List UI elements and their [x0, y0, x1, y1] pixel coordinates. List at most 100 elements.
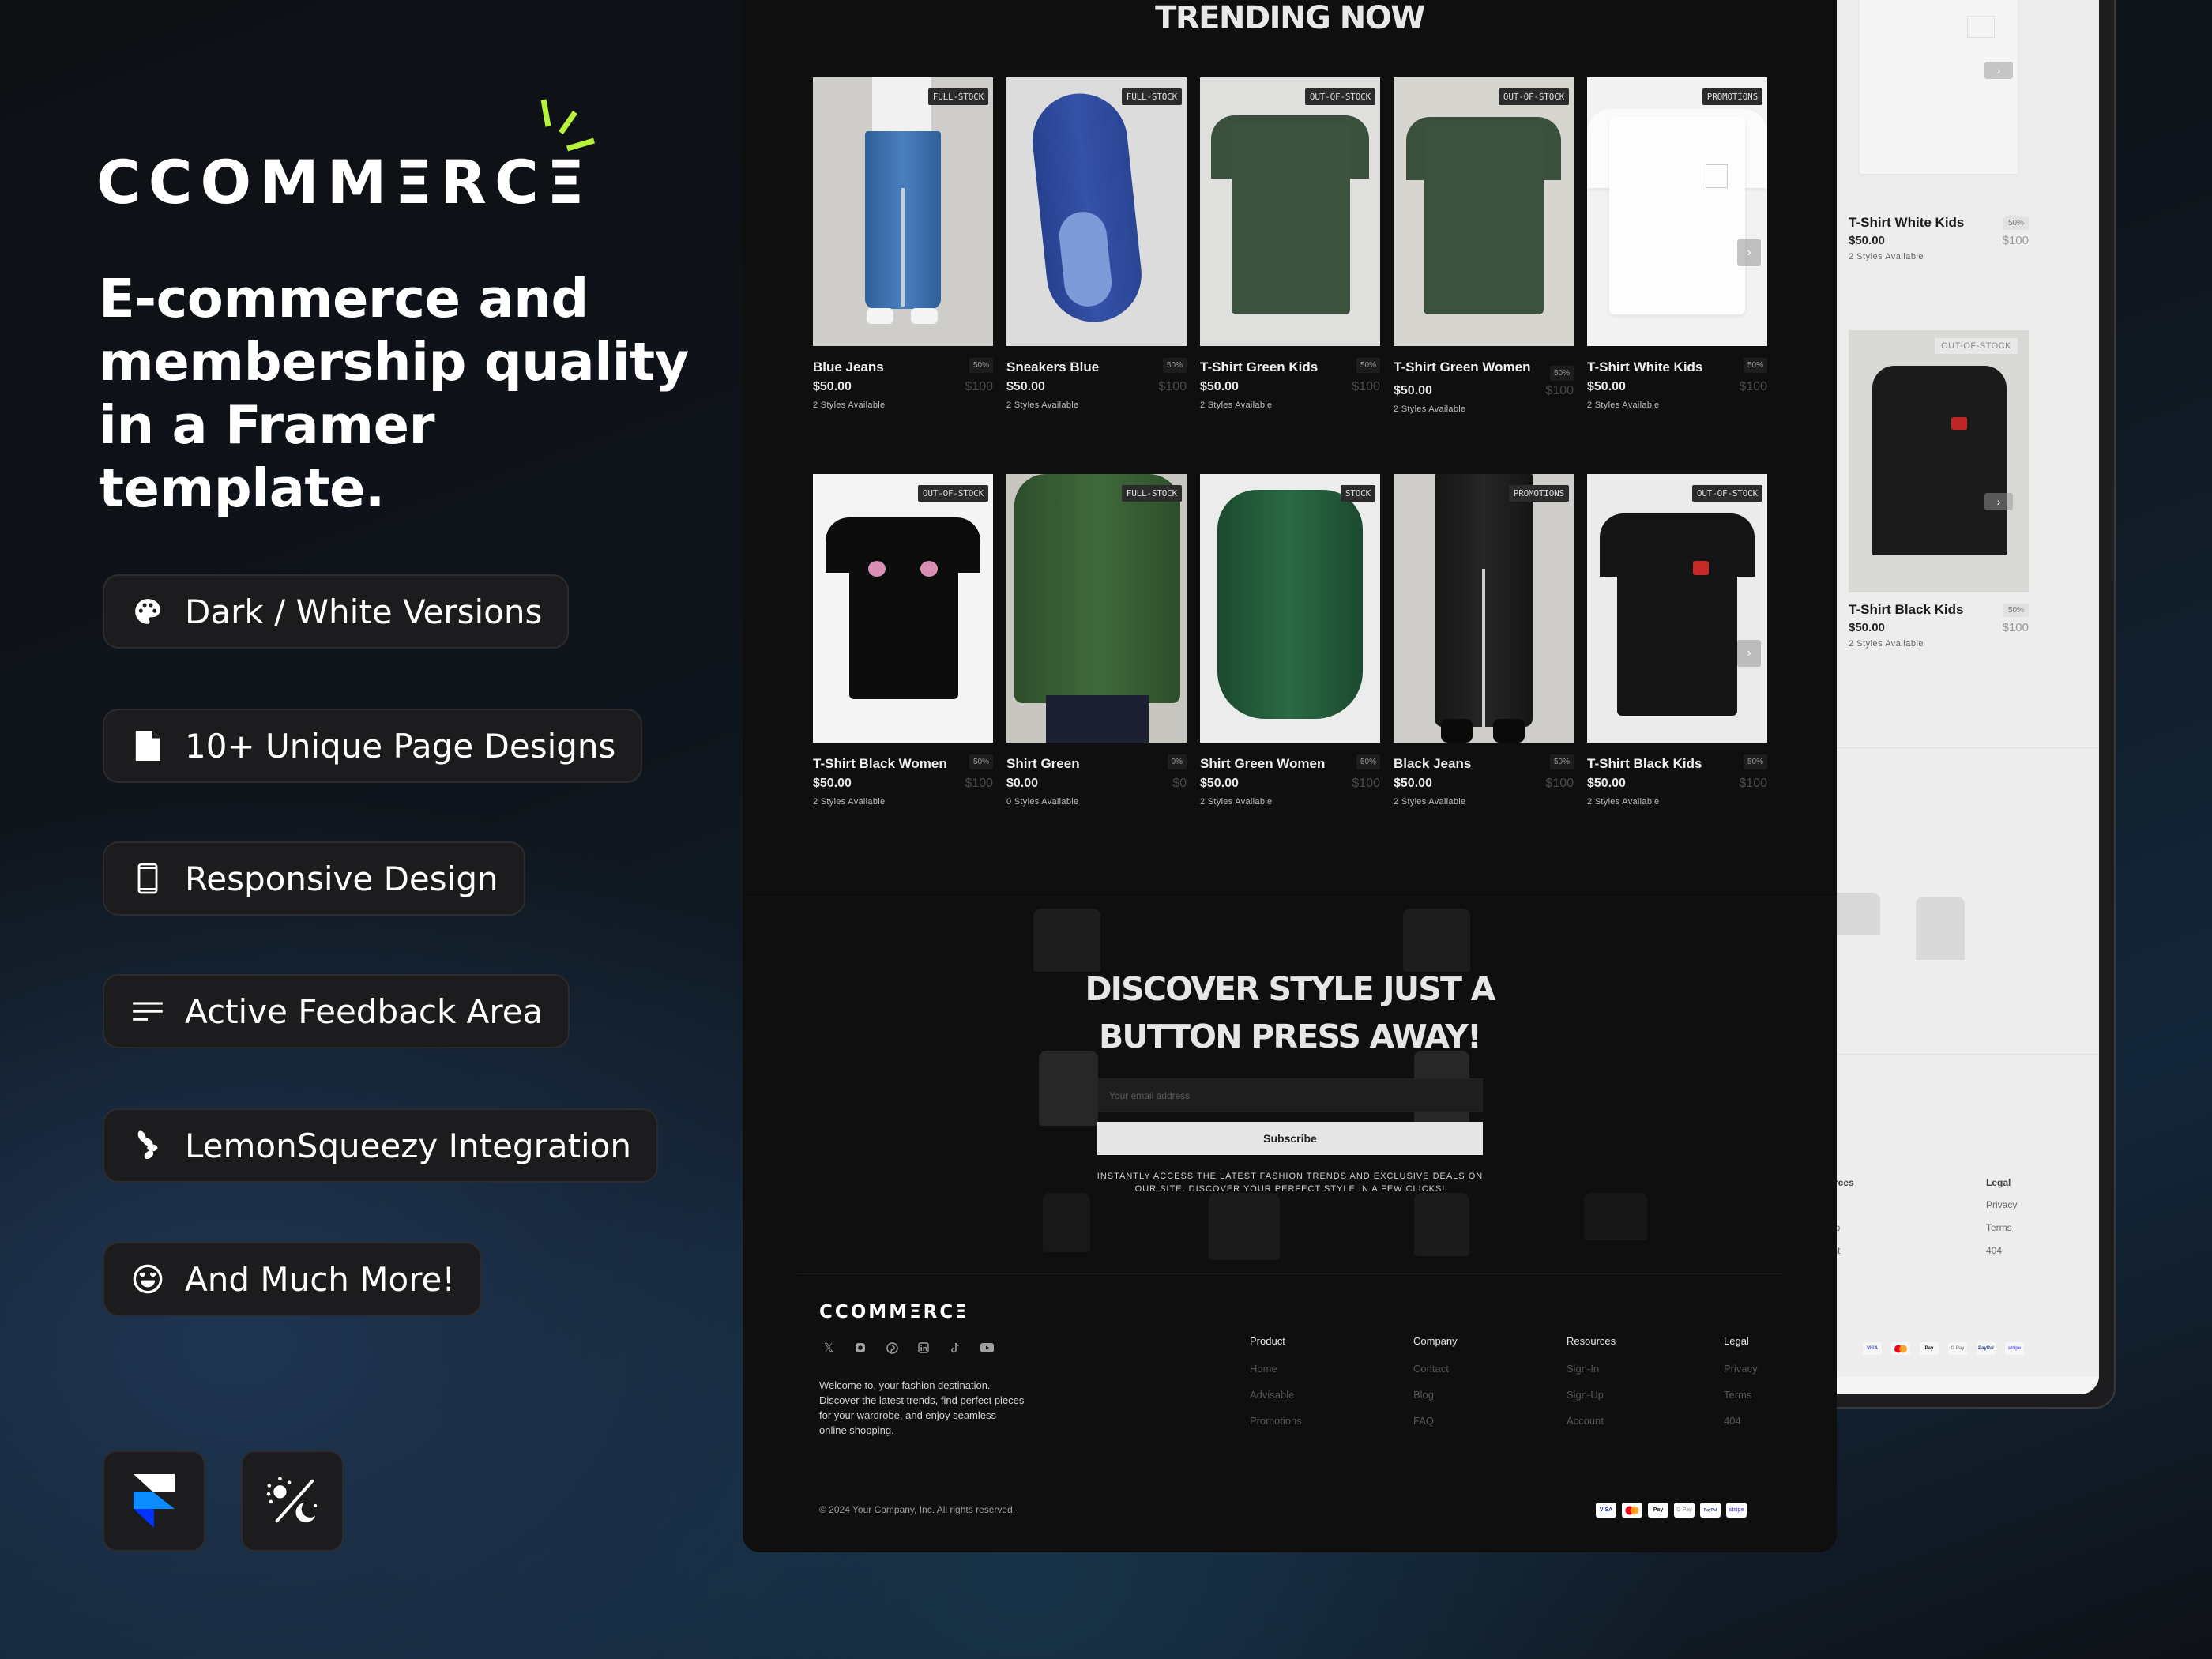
stock-badge: OUT-OF-STOCK	[1935, 338, 2018, 354]
next-image-arrow[interactable]: ›	[1737, 239, 1761, 266]
light-version-page: › T-Shirt White Kids 50% $50.00 $100 2 Sty…	[1817, 0, 2099, 1394]
footer-link-contact[interactable]: Contact	[1413, 1363, 1458, 1375]
pinterest-icon[interactable]	[885, 1341, 899, 1355]
product-name: T-Shirt Green Women	[1394, 359, 1531, 374]
footer-link-sign-up[interactable]: Sign-Up	[1567, 1389, 1616, 1401]
mobile-phone-icon	[131, 862, 164, 895]
product-card[interactable]: STOCK Shirt Green Women 50% $50.00 $100 2 …	[1200, 474, 1380, 807]
stock-badge: PROMOTIONS	[1508, 485, 1569, 502]
footer-logo[interactable]: CCOMMΞRCΞ	[819, 1302, 969, 1322]
styles-available: 2 Styles Available	[1006, 401, 1079, 410]
email-input[interactable]	[1097, 1078, 1483, 1112]
footer-link-home[interactable]: Home	[1250, 1363, 1302, 1375]
styles-available: 2 Styles Available	[813, 401, 886, 410]
discount-badge: 50%	[1743, 754, 1767, 769]
styles-available: 2 Styles Available	[813, 797, 886, 807]
footer-col-resources: Resources Sign-In Sign-Up Account	[1567, 1335, 1616, 1441]
tiktok-icon[interactable]	[948, 1341, 962, 1355]
footer-link[interactable]: 404	[1986, 1245, 2017, 1256]
feature-lemonsqueezy-integration[interactable]: LemonSqueezy Integration	[103, 1108, 659, 1183]
product-card[interactable]: OUT-OF-STOCK T-Shirt Black Women 50% $50.…	[813, 474, 993, 807]
feature-label: 10+ Unique Page Designs	[185, 726, 616, 766]
instagram-icon[interactable]	[853, 1341, 867, 1355]
footer-link-terms[interactable]: Terms	[1724, 1389, 1758, 1401]
footer-link-advisable[interactable]: Advisable	[1250, 1389, 1302, 1401]
product-image: FULL-STOCK	[1006, 77, 1187, 346]
footer-link[interactable]: Privacy	[1986, 1199, 2017, 1210]
feature-label: Responsive Design	[185, 859, 498, 898]
linkedin-icon[interactable]	[916, 1341, 931, 1355]
light-footer-col-legal: Legal Privacy Terms 404	[1986, 1177, 2018, 1256]
footer-link-promotions[interactable]: Promotions	[1250, 1415, 1302, 1427]
product-price: $50.00	[1200, 380, 1239, 393]
next-image-arrow[interactable]: ›	[1737, 640, 1761, 667]
product-card[interactable]: PROMOTIONS › T-Shirt White Kids 50% $50.0…	[1587, 77, 1767, 410]
discount-badge: 50%	[1356, 358, 1380, 373]
footer-col-title: Product	[1250, 1335, 1285, 1347]
feature-dark-white-versions[interactable]: Dark / White Versions	[103, 574, 570, 649]
next-image-arrow[interactable]: ›	[1984, 62, 2013, 79]
feature-label: And Much More!	[185, 1259, 456, 1299]
original-price: $0	[1172, 777, 1187, 790]
footer-link-blog[interactable]: Blog	[1413, 1389, 1458, 1401]
product-card[interactable]: OUT-OF-STOCK T-Shirt Green Women 50% $50.…	[1394, 77, 1574, 414]
product-name: T-Shirt Black Kids	[1849, 602, 1964, 617]
feature-unique-page-designs[interactable]: 10+ Unique Page Designs	[103, 709, 643, 783]
framer-tile[interactable]	[103, 1450, 205, 1552]
feature-active-feedback-area[interactable]: Active Feedback Area	[103, 974, 570, 1048]
footer-link-faq[interactable]: FAQ	[1413, 1415, 1458, 1427]
newsletter-description: Instantly access the latest fashion tren…	[1097, 1172, 1484, 1194]
stock-badge: STOCK	[1340, 485, 1375, 502]
footer-col-title: Resources	[1567, 1335, 1616, 1347]
product-price: $50.00	[1394, 384, 1432, 397]
discount-badge: 50%	[1743, 358, 1767, 373]
product-name: Blue Jeans	[813, 359, 884, 374]
sparkle-accent-icon	[540, 99, 595, 152]
footer-link-account[interactable]: Account	[1567, 1415, 1616, 1427]
product-price: $50.00	[1394, 777, 1432, 790]
mastercard-icon	[1622, 1503, 1642, 1518]
styles-available: 0 Styles Available	[1006, 797, 1079, 807]
paypal-icon: PayPal	[1700, 1503, 1721, 1518]
subscribe-button[interactable]: Subscribe	[1097, 1122, 1483, 1155]
light-payment-methods: VISA Pay G Pay PayPal stripe	[1863, 1342, 2024, 1355]
footer-link-sign-in[interactable]: Sign-In	[1567, 1363, 1616, 1375]
footer-link-privacy[interactable]: Privacy	[1724, 1363, 1758, 1375]
light-product-card[interactable]: › T-Shirt White Kids 50% $50.00 $100 2 Sty…	[1849, 0, 2029, 261]
feature-responsive-design[interactable]: Responsive Design	[103, 841, 525, 916]
youtube-icon[interactable]	[980, 1341, 994, 1355]
product-card[interactable]: FULL-STOCK Shirt Green 0% $0.00 $0 0 Style…	[1006, 474, 1187, 807]
headline-line: membership quality	[99, 331, 689, 393]
brand-logo: CCOMMΞRCΞ	[96, 147, 592, 217]
apple-pay-icon: Pay	[1648, 1503, 1668, 1518]
product-name: T-Shirt Black Women	[813, 756, 947, 771]
original-price: $100	[1739, 380, 1767, 393]
product-card[interactable]: FULL-STOCK Sneakers Blue 50% $50.00 $100 2…	[1006, 77, 1187, 410]
discount-badge: 50%	[1356, 754, 1380, 769]
original-price: $100	[1352, 777, 1380, 790]
product-image: OUT-OF-STOCK	[813, 474, 993, 743]
footer-link-404[interactable]: 404	[1724, 1415, 1758, 1427]
product-name: T-Shirt Green Kids	[1200, 359, 1319, 374]
footer-link[interactable]: Terms	[1986, 1222, 2017, 1233]
product-card[interactable]: OUT-OF-STOCK › T-Shirt Black Kids 50% $50…	[1587, 474, 1767, 807]
product-image: FULL-STOCK	[1006, 474, 1187, 743]
stock-badge: FULL-STOCK	[1121, 485, 1182, 502]
product-card[interactable]: OUT-OF-STOCK T-Shirt Green Kids 50% $50.0…	[1200, 77, 1380, 410]
original-price: $100	[1739, 777, 1767, 790]
styles-available: 2 Styles Available	[1587, 401, 1660, 410]
stock-badge: FULL-STOCK	[927, 88, 988, 105]
stock-badge: OUT-OF-STOCK	[917, 485, 988, 502]
section-title: TRENDING NOW	[1155, 0, 1425, 36]
headline-line: E-commerce and	[99, 268, 589, 329]
product-card[interactable]: FULL-STOCK Blue Jeans 50% $50.00 $100 2 St…	[813, 77, 993, 410]
x-icon[interactable]: 𝕏	[822, 1341, 836, 1355]
theme-toggle-tile[interactable]	[241, 1450, 344, 1552]
styles-available: 2 Styles Available	[1200, 797, 1273, 807]
product-price: $0.00	[1006, 777, 1039, 790]
feature-and-much-more[interactable]: And Much More!	[103, 1242, 483, 1316]
original-price: $100	[1545, 777, 1574, 790]
product-card[interactable]: PROMOTIONS Black Jeans 50% $50.00 $100 2 S…	[1394, 474, 1574, 807]
next-image-arrow[interactable]: ›	[1984, 493, 2013, 510]
light-product-card[interactable]: OUT-OF-STOCK › T-Shirt Black Kids 50% $50…	[1849, 330, 2029, 649]
